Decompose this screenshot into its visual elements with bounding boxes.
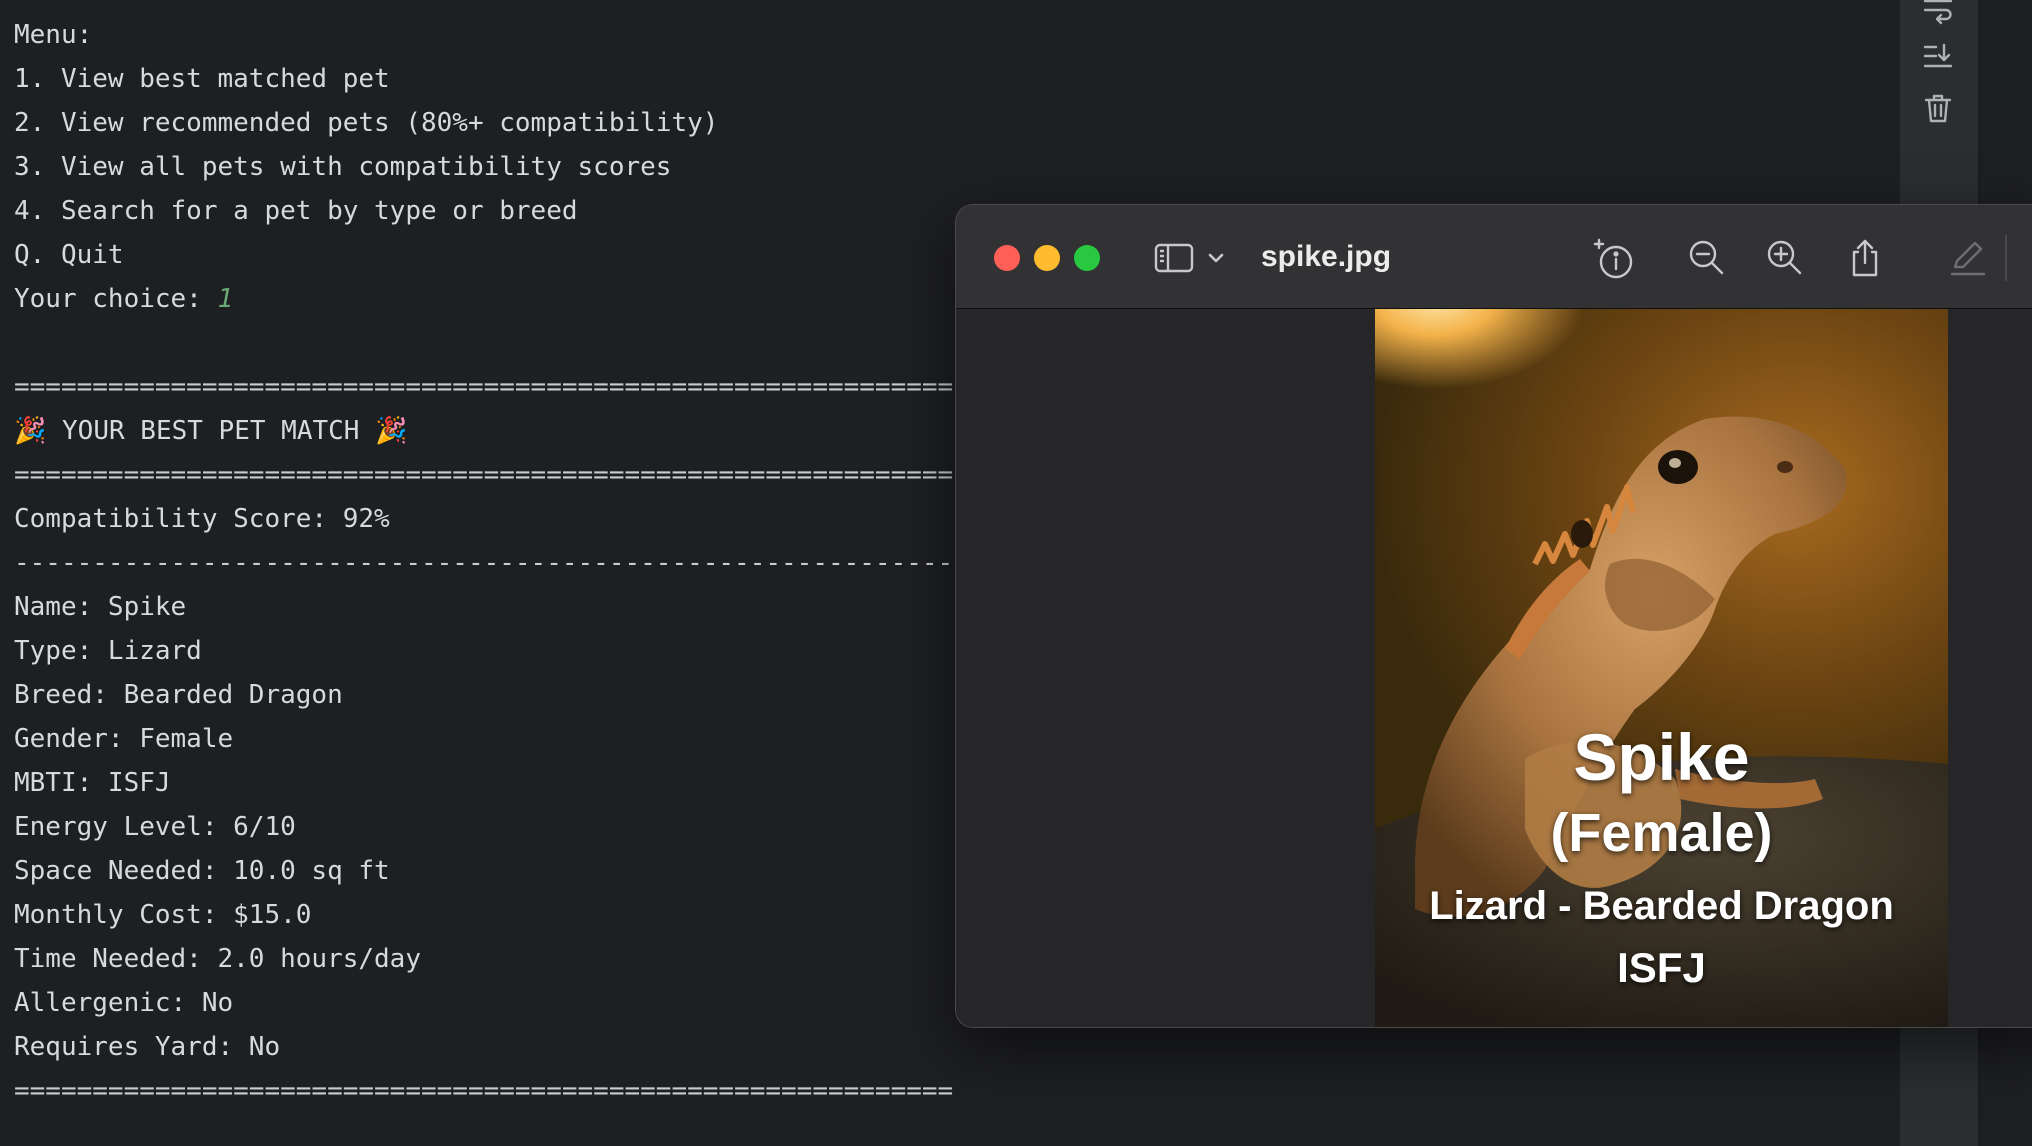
caption-gender: (Female) — [1550, 803, 1773, 863]
maximize-window-button[interactable] — [1074, 245, 1100, 271]
minimize-window-button[interactable] — [1034, 245, 1060, 271]
soft-wrap-icon[interactable] — [1920, 0, 1956, 28]
menu-option-4: 4. Search for a pet by type or breed — [14, 196, 578, 226]
preview-content: Spike (Female) Lizard - Bearded Dragon I… — [956, 309, 2032, 1027]
trash-icon[interactable] — [1920, 90, 1956, 126]
sidebar-toggle-icon[interactable] — [1153, 237, 1195, 279]
match-heading: 🎉 YOUR BEST PET MATCH 🎉 — [14, 416, 408, 446]
pet-name: Name: Spike — [14, 592, 187, 622]
menu-option-2: 2. View recommended pets (80%+ compatibi… — [14, 108, 719, 138]
pet-type: Type: Lizard — [14, 636, 202, 666]
separator-double: ========================================… — [14, 460, 954, 490]
pet-mbti: MBTI: ISFJ — [14, 768, 171, 798]
pet-breed: Breed: Bearded Dragon — [14, 680, 343, 710]
pet-allergenic: Allergenic: No — [14, 988, 234, 1018]
separator-single: ----------------------------------------… — [14, 548, 954, 578]
preview-window[interactable]: spike.jpg Spike (Female) Lizard - Bearde… — [955, 204, 2032, 1028]
compatibility-score: Compatibility Score: 92% — [14, 504, 390, 534]
choice-prompt: Your choice: 1 — [14, 277, 233, 321]
pet-photo: Spike (Female) Lizard - Bearded Dragon I… — [1375, 309, 1948, 1027]
caption-type-breed: Lizard - Bearded Dragon — [1429, 884, 1894, 928]
chevron-down-icon[interactable] — [1203, 237, 1229, 279]
caption-mbti: ISFJ — [1617, 944, 1706, 991]
menu-header: Menu: — [14, 20, 93, 50]
zoom-in-icon[interactable] — [1764, 237, 1806, 279]
menu-option-1: 1. View best matched pet — [14, 64, 390, 94]
menu-option-quit: Q. Quit — [14, 240, 124, 270]
pet-energy: Energy Level: 6/10 — [14, 812, 296, 842]
close-window-button[interactable] — [994, 245, 1020, 271]
separator-double: ========================================… — [14, 1076, 954, 1106]
share-icon[interactable] — [1844, 237, 1886, 279]
scroll-to-end-icon[interactable] — [1920, 38, 1956, 74]
info-icon[interactable] — [1591, 237, 1633, 279]
pet-yard: Requires Yard: No — [14, 1032, 281, 1062]
separator-double: ========================================… — [14, 372, 954, 402]
caption-name: Spike — [1573, 720, 1750, 794]
pet-gender: Gender: Female — [14, 724, 234, 754]
zoom-out-icon[interactable] — [1686, 237, 1728, 279]
pet-cost: Monthly Cost: $15.0 — [14, 900, 312, 930]
markup-icon[interactable] — [1947, 237, 1989, 279]
pet-space: Space Needed: 10.0 sq ft — [14, 856, 390, 886]
choice-input-value: 1 — [217, 284, 234, 314]
window-title: spike.jpg — [1261, 240, 1392, 273]
pet-time: Time Needed: 2.0 hours/day — [14, 944, 421, 974]
choice-prompt-label: Your choice: — [14, 284, 218, 314]
toolbar-divider — [2005, 235, 2007, 281]
menu-option-3: 3. View all pets with compatibility scor… — [14, 152, 672, 182]
window-titlebar[interactable]: spike.jpg — [956, 205, 2032, 309]
